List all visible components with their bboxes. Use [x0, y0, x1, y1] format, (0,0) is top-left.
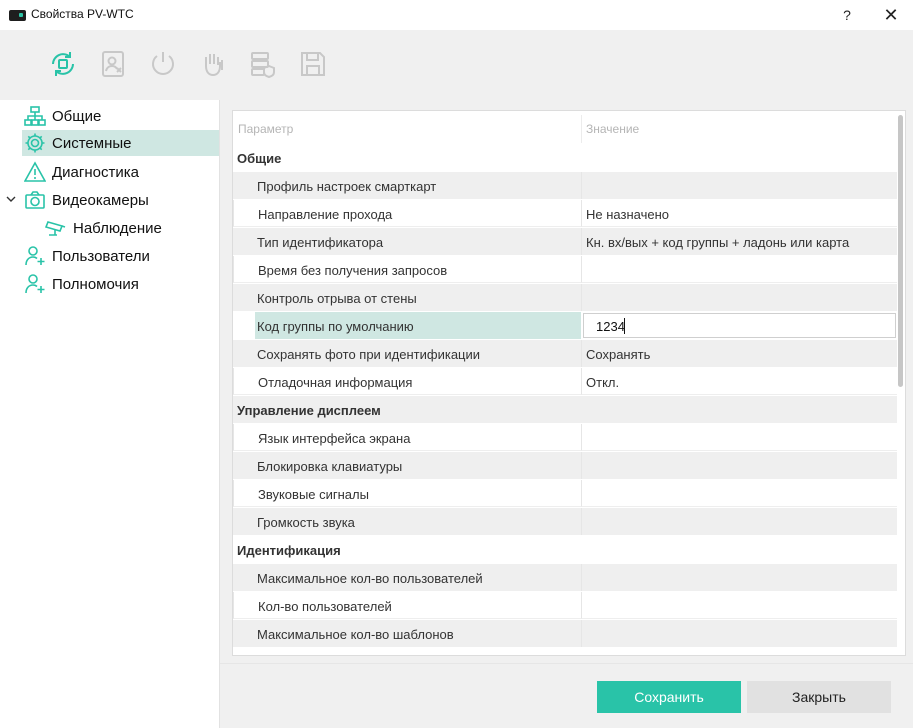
- grid-row[interactable]: Направление прохода Не назначено: [233, 200, 897, 227]
- category-display[interactable]: Управление дисплеем: [233, 396, 897, 423]
- help-button[interactable]: ?: [827, 0, 867, 30]
- nav-item-label: Пользователи: [52, 247, 150, 265]
- window-title: Свойства PV-WTC: [31, 7, 134, 21]
- column-header-value[interactable]: Значение: [586, 122, 639, 136]
- hand-palm-icon[interactable]: [197, 48, 229, 80]
- camera-icon: [24, 189, 46, 211]
- user-add-icon: [24, 245, 46, 267]
- grid-row[interactable]: Звуковые сигналы: [233, 480, 897, 507]
- grid-row[interactable]: Максимальное кол-во пользователей: [233, 564, 897, 591]
- nav-item-general[interactable]: Общие: [24, 103, 219, 129]
- column-header-param[interactable]: Параметр: [238, 122, 293, 136]
- footer-divider: [220, 663, 913, 664]
- nav-item-cameras[interactable]: Видеокамеры: [24, 187, 219, 213]
- grid-row[interactable]: Максимальное кол-во шаблонов: [233, 620, 897, 647]
- settings-nav: Общие Системные Диагностика Видеокамеры: [0, 100, 220, 728]
- grid-header: Параметр Значение: [233, 111, 897, 145]
- nav-item-permissions[interactable]: Полномочия: [24, 271, 219, 297]
- vertical-scrollbar[interactable]: [897, 111, 905, 655]
- cctv-icon: [45, 217, 67, 239]
- scrollbar-thumb[interactable]: [898, 115, 903, 387]
- nav-item-label: Полномочия: [52, 275, 139, 293]
- grid-row[interactable]: Профиль настроек смарткарт: [233, 172, 897, 199]
- grid-row[interactable]: Сохранять фото при идентификации Сохраня…: [233, 340, 897, 367]
- grid-row[interactable]: Блокировка клавиатуры: [233, 452, 897, 479]
- nav-item-users[interactable]: Пользователи: [24, 243, 219, 269]
- title-bar: Свойства PV-WTC ? ✕: [0, 0, 913, 30]
- nav-item-diagnostics[interactable]: Диагностика: [24, 159, 219, 185]
- close-window-button[interactable]: ✕: [871, 0, 911, 30]
- gear-icon: [24, 132, 46, 154]
- toolbar: [0, 30, 913, 100]
- nav-item-surveillance[interactable]: Наблюдение: [45, 215, 219, 241]
- close-button[interactable]: Закрыть: [747, 681, 891, 713]
- power-restart-icon[interactable]: [147, 48, 179, 80]
- user-key-icon: [24, 273, 46, 295]
- nav-item-label: Видеокамеры: [52, 191, 149, 209]
- grid-row[interactable]: Язык интерфейса экрана: [233, 424, 897, 451]
- nav-item-system[interactable]: Системные: [22, 130, 219, 156]
- category-identification[interactable]: Идентификация: [233, 536, 897, 563]
- nav-item-label: Диагностика: [52, 163, 139, 181]
- grid-row[interactable]: Кол-во пользователей: [233, 592, 897, 619]
- property-grid: Параметр Значение Общие Профиль настроек…: [232, 110, 906, 656]
- group-code-input-box[interactable]: [583, 313, 896, 338]
- person-card-icon[interactable]: [97, 48, 129, 80]
- warning-triangle-icon: [24, 161, 46, 183]
- grid-row[interactable]: Контроль отрыва от стены: [233, 284, 897, 311]
- group-code-input[interactable]: [596, 318, 876, 334]
- grid-row[interactable]: Время без получения запросов: [233, 256, 897, 283]
- nav-item-label: Системные: [52, 134, 132, 152]
- nav-item-label: Общие: [52, 107, 102, 125]
- grid-row[interactable]: Громкость звука: [233, 508, 897, 535]
- save-button[interactable]: Сохранить: [597, 681, 741, 713]
- network-tree-icon: [24, 105, 46, 127]
- nav-item-label: Наблюдение: [73, 219, 162, 237]
- grid-row[interactable]: Тип идентификатора Кн. вх/вых + код груп…: [233, 228, 897, 255]
- server-shield-icon[interactable]: [247, 48, 279, 80]
- save-disk-icon[interactable]: [297, 48, 329, 80]
- sync-chip-icon[interactable]: [47, 48, 79, 80]
- category-general[interactable]: Общие: [233, 144, 897, 171]
- text-caret: [624, 318, 625, 334]
- app-icon: [9, 10, 26, 21]
- grid-row[interactable]: Отладочная информация Откл.: [233, 368, 897, 395]
- grid-row-selected[interactable]: Код группы по умолчанию: [233, 312, 897, 339]
- chevron-down-icon[interactable]: [5, 193, 17, 205]
